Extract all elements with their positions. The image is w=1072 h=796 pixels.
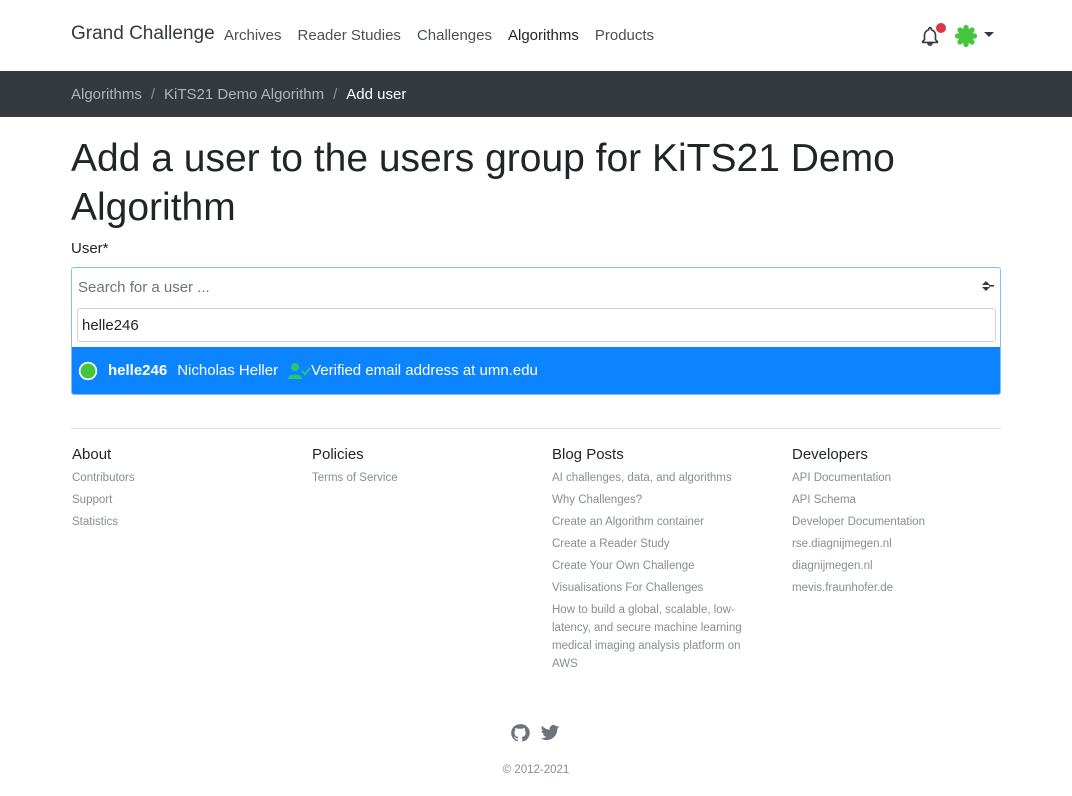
footer-link[interactable]: API Documentation — [792, 469, 1022, 487]
footer-link[interactable]: rse.diagnijmegen.nl — [792, 535, 1022, 553]
social-links — [510, 723, 560, 743]
footer-divider — [71, 428, 1001, 429]
select-placeholder[interactable]: Search for a user ... — [78, 279, 210, 296]
breadcrumb: Algorithms / KiTS21 Demo Algorithm / Add… — [71, 86, 406, 103]
option-verified-text: Verified email address at umn.edu — [311, 362, 538, 379]
user-check-icon — [288, 362, 311, 379]
breadcrumb-bar: Algorithms / KiTS21 Demo Algorithm / Add… — [0, 71, 1072, 117]
nav-reader-studies[interactable]: Reader Studies — [298, 27, 401, 44]
avatar-icon — [78, 361, 98, 380]
main-nav: Archives Reader Studies Challenges Algor… — [224, 27, 670, 44]
chevron-down-icon[interactable] — [984, 32, 994, 37]
footer-link[interactable]: Create an Algorithm container — [552, 513, 752, 531]
footer-link[interactable]: How to build a global, scalable, low-lat… — [552, 601, 752, 673]
nav-products[interactable]: Products — [595, 27, 654, 44]
option-full-name: Nicholas Heller — [177, 362, 279, 379]
page-title: Add a user to the users group for KiTS21… — [71, 137, 895, 229]
footer-link[interactable]: Developer Documentation — [792, 513, 1022, 531]
twitter-icon[interactable] — [540, 723, 560, 743]
user-field-label: User* — [71, 240, 109, 257]
user-select[interactable]: Search for a user ... helle246 Nicholas … — [71, 267, 1001, 395]
footer-link[interactable]: Why Challenges? — [552, 491, 752, 509]
footer-blog-heading: Blog Posts — [552, 446, 624, 463]
footer-link[interactable]: Statistics — [72, 513, 302, 531]
nav-algorithms[interactable]: Algorithms — [508, 27, 579, 44]
footer-about: About Contributors Support Statistics — [72, 446, 302, 535]
copyright: © 2012-2021 — [502, 764, 570, 776]
nav-challenges[interactable]: Challenges — [417, 27, 492, 44]
user-option[interactable]: helle246 Nicholas Heller Verified email … — [72, 347, 1000, 394]
footer-policies: Policies Terms of Service — [312, 446, 542, 491]
user-search-input[interactable] — [77, 308, 996, 342]
top-navbar: Grand Challenge Archives Reader Studies … — [0, 0, 1072, 71]
footer-link[interactable]: AI challenges, data, and algorithms — [552, 469, 752, 487]
footer-developers-heading: Developers — [792, 446, 868, 463]
nav-archives[interactable]: Archives — [224, 27, 282, 44]
avatar-icon[interactable] — [954, 24, 978, 48]
footer-link[interactable]: mevis.fraunhofer.de — [792, 579, 1022, 597]
footer-blog: Blog Posts AI challenges, data, and algo… — [552, 446, 752, 677]
breadcrumb-algorithms[interactable]: Algorithms — [71, 86, 142, 103]
option-username: helle246 — [108, 362, 168, 379]
breadcrumb-separator: / — [333, 86, 338, 103]
footer-link[interactable]: Contributors — [72, 469, 302, 487]
footer-link[interactable]: API Schema — [792, 491, 1022, 509]
footer-link[interactable]: Create Your Own Challenge — [552, 557, 752, 575]
footer-link[interactable]: Visualisations For Challenges — [552, 579, 752, 597]
footer-link[interactable]: diagnijmegen.nl — [792, 557, 1022, 575]
breadcrumb-kits21-demo[interactable]: KiTS21 Demo Algorithm — [164, 86, 324, 103]
sort-arrows-icon[interactable] — [980, 279, 994, 293]
brand-link[interactable]: Grand Challenge — [71, 23, 215, 45]
footer-about-heading: About — [72, 446, 112, 463]
footer-link[interactable]: Terms of Service — [312, 469, 542, 487]
footer-developers: Developers API Documentation API Schema … — [792, 446, 1022, 601]
notification-dot — [936, 23, 946, 33]
breadcrumb-current: Add user — [346, 86, 407, 103]
footer-link[interactable]: Create a Reader Study — [552, 535, 752, 553]
footer-link[interactable]: Support — [72, 491, 302, 509]
breadcrumb-separator: / — [150, 86, 156, 103]
footer-policies-heading: Policies — [312, 446, 364, 463]
github-icon[interactable] — [510, 723, 530, 743]
